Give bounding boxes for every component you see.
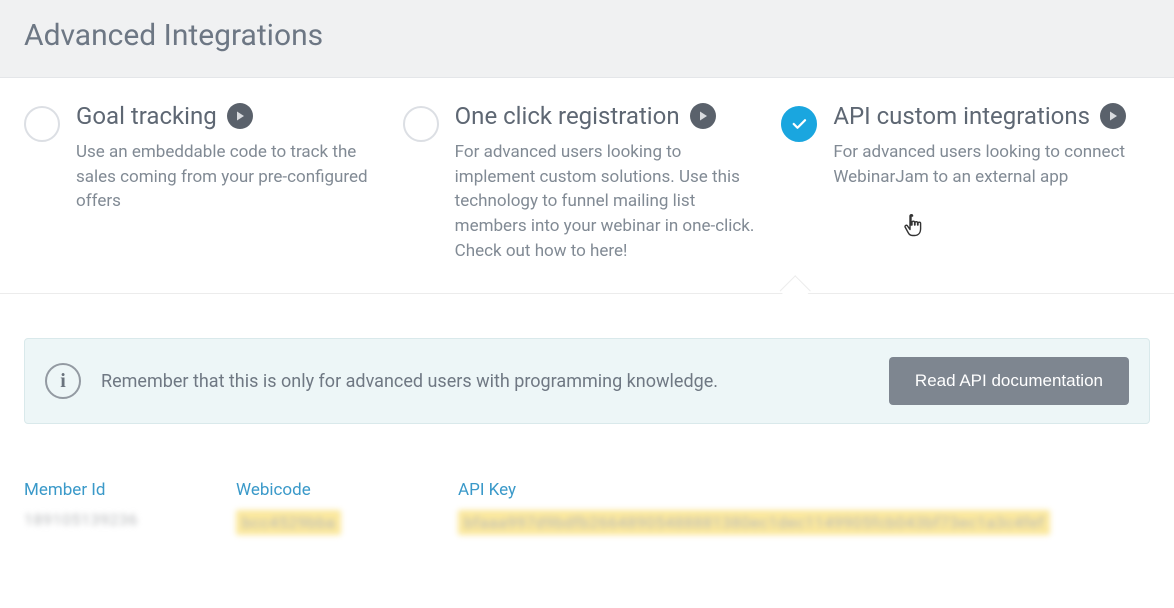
option-desc: For advanced users looking to connect We…	[833, 140, 1140, 189]
option-desc: For advanced users looking to implement …	[455, 140, 762, 263]
info-text: Remember that this is only for advanced …	[101, 371, 869, 392]
play-icon[interactable]	[1100, 103, 1126, 129]
radio-one-click[interactable]	[403, 106, 439, 142]
option-body: API custom integrations For advanced use…	[833, 102, 1140, 189]
read-api-documentation-button[interactable]: Read API documentation	[889, 357, 1129, 405]
option-title: One click registration	[455, 102, 680, 130]
field-webicode: Webicode bcc4529bba	[236, 480, 416, 535]
field-value-member-id: 189105139236	[24, 510, 194, 529]
option-goal-tracking[interactable]: Goal tracking Use an embeddable code to …	[24, 102, 393, 263]
info-icon: i	[45, 363, 81, 399]
option-api-custom-integrations[interactable]: API custom integrations For advanced use…	[781, 102, 1150, 263]
field-value-webicode: bcc4529bba	[236, 510, 416, 535]
api-fields-row: Member Id 189105139236 Webicode bcc4529b…	[24, 480, 1150, 535]
integration-options-row: Goal tracking Use an embeddable code to …	[0, 78, 1174, 294]
option-title: Goal tracking	[76, 102, 217, 130]
api-content-area: i Remember that this is only for advance…	[0, 294, 1174, 559]
option-title: API custom integrations	[833, 102, 1090, 130]
option-desc: Use an embeddable code to track the sale…	[76, 140, 383, 214]
radio-api-custom[interactable]	[781, 106, 817, 142]
option-title-row: API custom integrations	[833, 102, 1140, 130]
page-header: Advanced Integrations	[0, 0, 1174, 78]
field-member-id: Member Id 189105139236	[24, 480, 194, 529]
option-title-row: One click registration	[455, 102, 762, 130]
field-value-api-key: bfaaa997d9bdfb26648905488881380ec1dec114…	[458, 510, 1150, 535]
field-label: Member Id	[24, 480, 194, 500]
field-label: Webicode	[236, 480, 416, 500]
option-title-row: Goal tracking	[76, 102, 383, 130]
field-api-key: API Key bfaaa997d9bdfb26648905488881380e…	[458, 480, 1150, 535]
info-banner: i Remember that this is only for advance…	[24, 338, 1150, 424]
field-label: API Key	[458, 480, 1150, 500]
radio-goal-tracking[interactable]	[24, 106, 60, 142]
page-title: Advanced Integrations	[24, 18, 1150, 53]
option-body: Goal tracking Use an embeddable code to …	[76, 102, 383, 214]
play-icon[interactable]	[227, 103, 253, 129]
option-body: One click registration For advanced user…	[455, 102, 762, 263]
option-one-click-registration[interactable]: One click registration For advanced user…	[403, 102, 772, 263]
play-icon[interactable]	[690, 103, 716, 129]
